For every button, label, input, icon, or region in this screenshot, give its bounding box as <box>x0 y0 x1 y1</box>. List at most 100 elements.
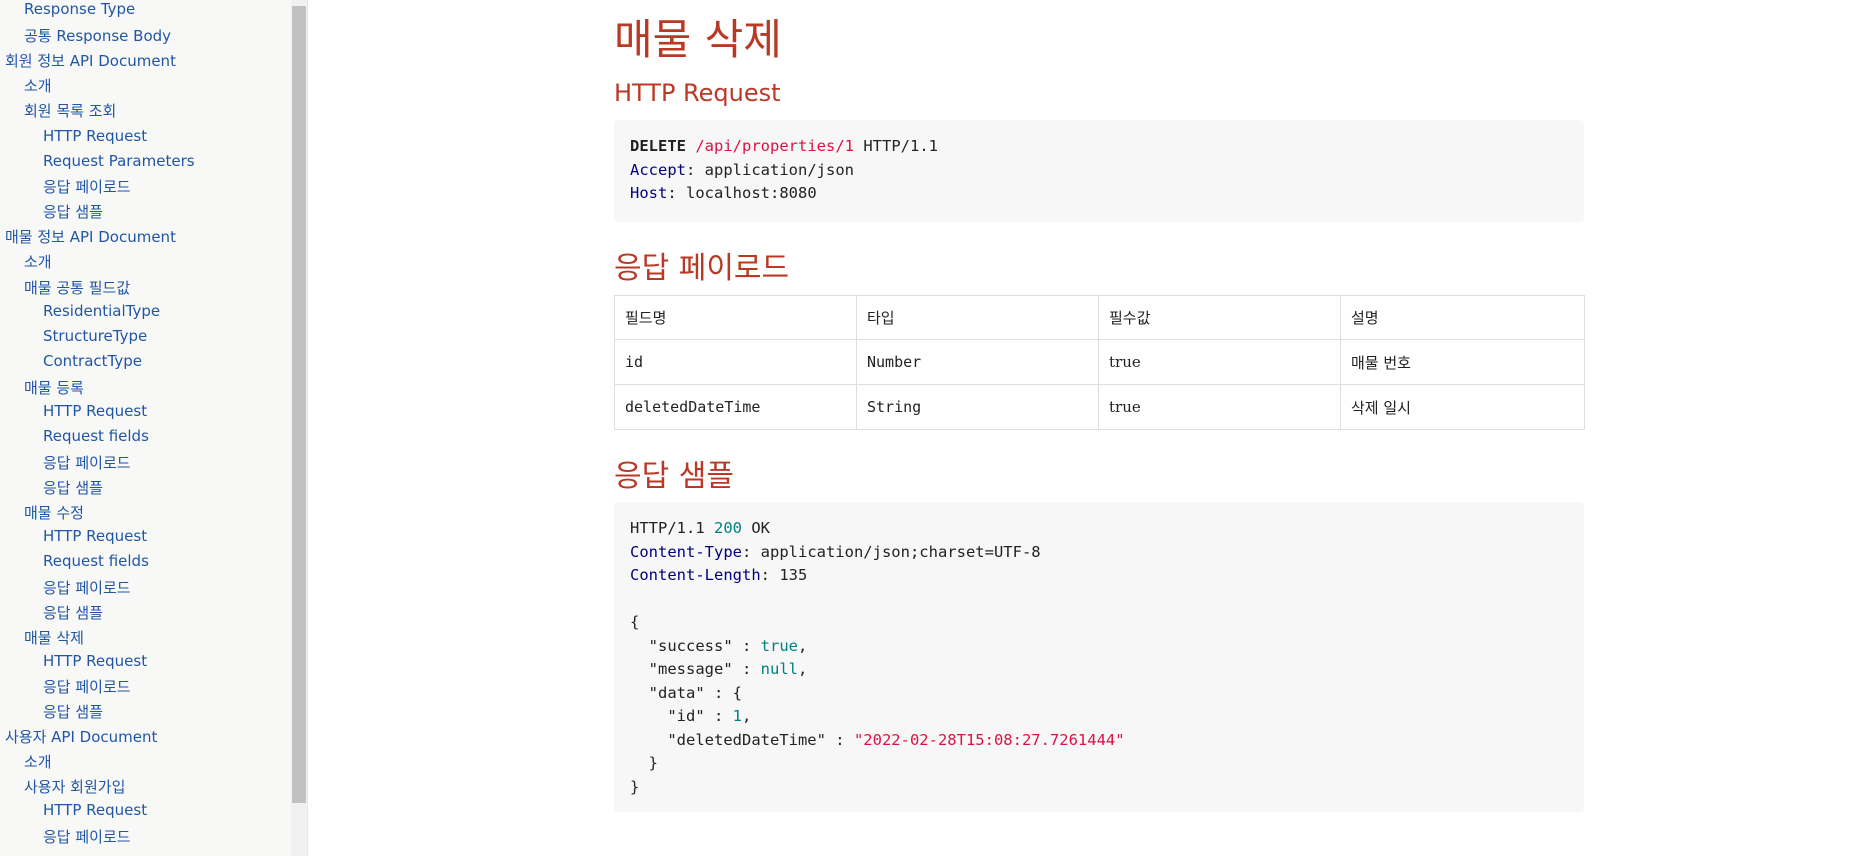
response-payload-heading: 응답 페이로드 <box>614 251 790 286</box>
toc-link[interactable]: ContractType <box>43 352 142 370</box>
toc-item[interactable]: 응답 페이로드 <box>43 176 131 197</box>
toc-link[interactable]: 매물 등록 <box>24 379 84 397</box>
toc-item[interactable]: 소개 <box>24 251 52 272</box>
toc-link[interactable]: 사용자 회원가입 <box>24 778 125 796</box>
toc-item[interactable]: HTTP Request <box>43 527 147 545</box>
field-required-cell: true <box>1098 384 1341 430</box>
request-protocol: HTTP/1.1 <box>863 137 938 155</box>
toc-link[interactable]: 소개 <box>24 77 52 95</box>
toc-item[interactable]: 사용자 API Document <box>5 726 157 747</box>
toc-link[interactable]: HTTP Request <box>43 527 147 545</box>
toc-item[interactable]: 매물 삭제 <box>24 627 84 648</box>
table-row: id Number true 매물 번호 <box>614 339 1585 385</box>
json-close-brace: } <box>630 777 640 796</box>
toc-item[interactable]: StructureType <box>43 327 147 345</box>
toc-link[interactable]: Request fields <box>43 552 149 570</box>
request-header-name: Accept <box>630 160 686 179</box>
toc-link[interactable]: 매물 정보 API Document <box>5 228 176 246</box>
toc-sidebar: Response Type 공통 Response Body 회원 정보 API D… <box>0 0 308 856</box>
toc-item[interactable]: 응답 페이로드 <box>43 452 131 473</box>
toc-link[interactable]: 응답 샘플 <box>43 479 103 497</box>
toc-link[interactable]: 회원 목록 조회 <box>24 102 116 120</box>
response-header-value: application/json;charset=UTF-8 <box>760 542 1041 561</box>
toc-item[interactable]: 소개 <box>24 75 52 96</box>
column-header-field-name: 필드명 <box>614 295 857 340</box>
toc-item[interactable]: Request fields <box>43 427 149 445</box>
sidebar-scrollbar-thumb[interactable] <box>292 6 306 803</box>
toc-link[interactable]: HTTP Request <box>43 652 147 670</box>
toc-link[interactable]: 사용자 API Document <box>5 728 157 746</box>
http-request-heading: HTTP Request <box>614 79 781 107</box>
toc-link[interactable]: 매물 공통 필드값 <box>24 279 130 297</box>
toc-link[interactable]: 소개 <box>24 253 52 271</box>
toc-item[interactable]: 회원 정보 API Document <box>5 50 176 71</box>
toc-link[interactable]: 응답 페이로드 <box>43 579 131 597</box>
column-header-description: 설명 <box>1340 295 1585 340</box>
toc-item[interactable]: 공통 Response Body <box>24 25 171 46</box>
toc-link[interactable]: Request fields <box>43 427 149 445</box>
toc-link[interactable]: 회원 정보 API Document <box>5 52 176 70</box>
json-key: "message" <box>648 660 733 678</box>
json-value: null <box>760 660 798 678</box>
table-header-row: 필드명 타입 필수값 설명 <box>614 295 1585 340</box>
toc-item[interactable]: Request Parameters <box>43 152 195 170</box>
response-header-value: 135 <box>779 566 808 584</box>
toc-item[interactable]: 응답 샘플 <box>43 602 103 623</box>
toc-item[interactable]: 소개 <box>24 751 52 772</box>
toc-item[interactable]: 회원 목록 조회 <box>24 100 116 121</box>
toc-link[interactable]: 매물 삭제 <box>24 629 84 647</box>
toc-link[interactable]: 공통 Response Body <box>24 27 171 45</box>
toc-link[interactable]: 응답 샘플 <box>43 604 103 622</box>
toc-item[interactable]: 매물 등록 <box>24 377 84 398</box>
toc-item[interactable]: 응답 페이로드 <box>43 826 131 847</box>
toc-item[interactable]: HTTP Request <box>43 801 147 819</box>
toc-link[interactable]: Response Type <box>24 0 135 18</box>
toc-link[interactable]: 응답 페이로드 <box>43 178 131 196</box>
toc-item[interactable]: 사용자 회원가입 <box>24 776 125 797</box>
toc-link[interactable]: Request Parameters <box>43 152 195 170</box>
json-key: "success" <box>648 636 733 655</box>
toc-link[interactable]: HTTP Request <box>43 127 147 145</box>
response-header-name: Content-Type <box>630 542 742 561</box>
toc-item[interactable]: 응답 샘플 <box>43 201 103 222</box>
toc-link[interactable]: 매물 수정 <box>24 504 84 522</box>
field-name-cell: deletedDateTime <box>614 384 857 430</box>
response-protocol: HTTP/1.1 <box>630 519 705 537</box>
toc-item[interactable]: HTTP Request <box>43 127 147 145</box>
json-key: "deletedDateTime" <box>667 730 826 749</box>
response-fields-table: 필드명 타입 필수값 설명 id Number true 매물 번호 delet… <box>614 295 1585 430</box>
toc-item[interactable]: Request fields <box>43 552 149 570</box>
toc-link[interactable]: 응답 샘플 <box>43 203 103 221</box>
response-header-name: Content-Length <box>630 566 761 584</box>
toc-item[interactable]: 응답 페이로드 <box>43 577 131 598</box>
toc-item[interactable]: 응답 페이로드 <box>43 676 131 697</box>
toc-item[interactable]: 응답 샘플 <box>43 477 103 498</box>
toc-item[interactable]: 매물 수정 <box>24 502 84 523</box>
toc-item[interactable]: 응답 샘플 <box>43 701 103 722</box>
field-description-cell: 삭제 일시 <box>1340 384 1585 430</box>
toc-item[interactable]: HTTP Request <box>43 402 147 420</box>
toc-item[interactable]: ResidentialType <box>43 302 160 320</box>
toc-item[interactable]: Response Type <box>24 0 135 18</box>
toc-link[interactable]: HTTP Request <box>43 801 147 819</box>
toc-item[interactable]: 매물 공통 필드값 <box>24 277 130 298</box>
toc-link[interactable]: 응답 샘플 <box>43 703 103 721</box>
toc-link[interactable]: 응답 페이로드 <box>43 454 131 472</box>
json-key: "id" <box>667 707 705 725</box>
toc-link[interactable]: ResidentialType <box>43 302 160 320</box>
toc-link[interactable]: StructureType <box>43 327 147 345</box>
toc-link[interactable]: 응답 페이로드 <box>43 678 131 696</box>
toc-link[interactable]: 응답 페이로드 <box>43 828 131 846</box>
toc-item[interactable]: 매물 정보 API Document <box>5 226 176 247</box>
field-required-cell: true <box>1098 339 1341 385</box>
request-method: DELETE <box>630 137 686 155</box>
toc-link[interactable]: 소개 <box>24 753 52 771</box>
toc-link[interactable]: HTTP Request <box>43 402 147 420</box>
toc-item[interactable]: HTTP Request <box>43 652 147 670</box>
response-status-text: OK <box>751 519 771 537</box>
page-title: 매물 삭제 <box>614 15 782 64</box>
request-header-value: application/json <box>704 160 854 179</box>
response-sample-heading: 응답 샘플 <box>614 459 734 494</box>
json-value: true <box>760 636 798 655</box>
toc-item[interactable]: ContractType <box>43 352 142 370</box>
